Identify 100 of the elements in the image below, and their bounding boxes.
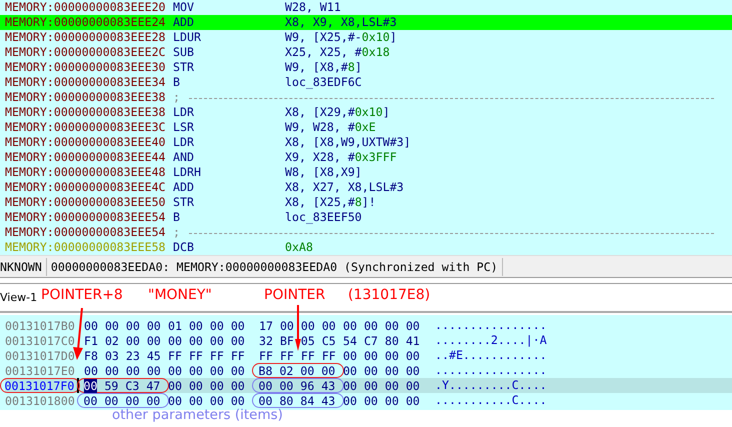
mnemonic: MOV: [173, 0, 195, 15]
code-line[interactable]: MEMORY:00000000083EEE38 LDR X8, [X29,#0x10]: [0, 105, 732, 120]
line-address: MEMORY:00000000083EEE38: [5, 90, 167, 105]
view-tab[interactable]: View-1: [0, 291, 38, 304]
hex-bytes: FF FF FF FF: [168, 350, 245, 362]
operands: W9, [X8,#8]: [285, 60, 362, 75]
annotation-label: "MONEY": [148, 287, 212, 303]
hex-bytes: 54 C7 80 41: [343, 334, 420, 346]
hex-bytes: 00 00 00 00: [168, 364, 245, 376]
operands: X25, X25, #0x18: [285, 45, 390, 60]
annotation-label: (131017E8): [348, 287, 430, 303]
mnemonic: B: [173, 75, 181, 90]
mnemonic: B: [173, 210, 181, 225]
code-line[interactable]: MEMORY:00000000083EEE54 ;: [0, 225, 732, 240]
code-line[interactable]: MEMORY:00000000083EEE44 AND X9, X28, #0x3FFF: [0, 150, 732, 165]
line-address: MEMORY:00000000083EEE28: [5, 30, 167, 45]
hex-address: 00131017B0: [5, 320, 75, 332]
code-line[interactable]: MEMORY:00000000083EEE20 MOV W28, W11: [0, 0, 732, 15]
hex-bytes: 00 00 00 00: [343, 350, 420, 362]
line-address: MEMORY:00000000083EEE58: [5, 240, 167, 255]
operands: loc_83EDF6C: [285, 75, 362, 90]
line-address: MEMORY:00000000083EEE40: [5, 135, 167, 150]
code-line[interactable]: MEMORY:00000000083EEE54 B loc_83EEF50: [0, 210, 732, 225]
line-address: MEMORY:00000000083EEE54: [5, 210, 167, 225]
line-address: MEMORY:00000000083EEE48: [5, 165, 167, 180]
hex-bytes: 00 00 00 00: [343, 394, 420, 406]
operands: 0xA8: [285, 240, 313, 255]
hex-bytes: F1 02 00 00: [84, 334, 161, 346]
hex-bytes: 00 00 96 43: [258, 380, 336, 392]
line-address: MEMORY:00000000083EEE30: [5, 60, 167, 75]
operands: W9, W28, #0xE: [285, 120, 376, 135]
hex-bytes: 00 00 00 00: [343, 364, 420, 376]
code-line[interactable]: MEMORY:00000000083EEE28 LDUR W9, [X25,#-0x10]: [0, 30, 732, 45]
hex-bytes: 00 00 00 00: [343, 380, 420, 392]
line-address: MEMORY:00000000083EEE44: [5, 150, 167, 165]
mnemonic: LDUR: [173, 30, 202, 45]
line-address: MEMORY:00000000083EEE2C: [5, 45, 167, 60]
ascii-text: ...........C....: [435, 393, 547, 408]
code-line[interactable]: MEMORY:00000000083EEE30 STR W9, [X8,#8]: [0, 60, 732, 75]
mnemonic: ;: [173, 225, 181, 240]
mnemonic: LDR: [173, 105, 195, 120]
hex-bytes: 00 00 00 00: [343, 320, 420, 332]
code-line[interactable]: MEMORY:00000000083EEE34 B loc_83EDF6C: [0, 75, 732, 90]
operands: loc_83EEF50: [285, 210, 362, 225]
hex-bytes: FF FF FF FF: [259, 350, 336, 362]
code-line[interactable]: MEMORY:00000000083EEE4C ADD X8, X27, X8,LSL#3: [0, 180, 732, 195]
line-address: MEMORY:00000000083EEE3C: [5, 120, 167, 135]
hex-bytes: 00 00 00 00: [168, 394, 245, 406]
line-address: MEMORY:00000000083EEE50: [5, 195, 167, 210]
hex-address: 0013101800: [5, 394, 75, 406]
operands: X8, [X8,W9,UXTW#3]: [285, 135, 411, 150]
hex-bytes: 00 00 00 00: [84, 364, 161, 376]
hex-bytes: 01 00 00 00: [168, 320, 245, 332]
line-address: MEMORY:00000000083EEE38: [5, 105, 167, 120]
mnemonic: DCB: [173, 240, 195, 255]
code-line[interactable]: MEMORY:00000000083EEE38 ;: [0, 90, 732, 105]
operands: W9, [X25,#-0x10]: [285, 30, 397, 45]
line-address: MEMORY:00000000083EEE24: [5, 15, 167, 30]
annotation-note: other parameters (items): [112, 407, 283, 423]
hex-bytes: B8 02 00 00: [258, 364, 336, 376]
hex-address: 00131017C0: [5, 334, 75, 346]
operands: X8, [X25,#8]!: [285, 195, 376, 210]
ascii-text: .Y.........C....: [435, 378, 547, 393]
hex-bytes: 00 00 00 00: [168, 334, 245, 346]
operands: X8, X9, X8,LSL#3: [285, 15, 397, 30]
hex-bytes: 00 00 00 00: [84, 320, 161, 332]
annotation-label: POINTER: [264, 287, 326, 303]
mnemonic: STR: [173, 60, 195, 75]
operands: W28, W11: [285, 0, 341, 15]
mnemonic: ;: [173, 90, 181, 105]
annotation-label: POINTER+8: [41, 287, 123, 303]
ascii-text: ................: [435, 318, 547, 333]
line-address: MEMORY:00000000083EEE4C: [5, 180, 167, 195]
hex-bytes: F8 03 23 45: [84, 350, 161, 362]
hex-bytes: 00 80 84 43: [258, 394, 336, 406]
code-line[interactable]: MEMORY:00000000083EEE2C SUB X25, X25, #0x18: [0, 45, 732, 60]
ascii-text: ........2....|·A: [435, 333, 547, 348]
operands: X9, X28, #0x3FFF: [285, 150, 397, 165]
mnemonic: STR: [173, 195, 195, 210]
mnemonic: LSR: [173, 120, 195, 135]
mnemonic: LDR: [173, 135, 195, 150]
hex-address: 00131017E0: [5, 364, 75, 376]
hex-bytes: 00 00 00 00: [168, 380, 245, 392]
mnemonic: SUB: [173, 45, 195, 60]
code-line[interactable]: MEMORY:00000000083EEE40 LDR X8, [X8,W9,UXTW#3]: [0, 135, 732, 150]
mnemonic: LDRH: [173, 165, 202, 180]
hex-bytes: 32 BF 05 C5: [259, 334, 336, 346]
hex-bytes: 00 00 00 00: [84, 394, 160, 406]
code-line[interactable]: MEMORY:00000000083EEE50 STR X8, [X25,#8]!: [0, 195, 732, 210]
ascii-text: ................: [435, 363, 547, 378]
line-address: MEMORY:00000000083EEE20: [5, 0, 167, 15]
mnemonic: ADD: [173, 15, 195, 30]
code-line[interactable]: MEMORY:00000000083EEE58 DCB 0xA8: [0, 240, 732, 255]
hex-address: 00131017D0: [5, 350, 75, 362]
mnemonic: ADD: [173, 180, 195, 195]
ascii-text: ..#E............: [435, 348, 547, 363]
code-line[interactable]: MEMORY:00000000083EEE48 LDRH W8, [X8,X9]: [0, 165, 732, 180]
status-text: 00000000083EEDA0: MEMORY:00000000083EEDA0 (Synchronized with PC): [46, 258, 503, 276]
code-line[interactable]: MEMORY:00000000083EEE3C LSR W9, W28, #0xE: [0, 120, 732, 135]
line-address: MEMORY:00000000083EEE54: [5, 225, 167, 240]
